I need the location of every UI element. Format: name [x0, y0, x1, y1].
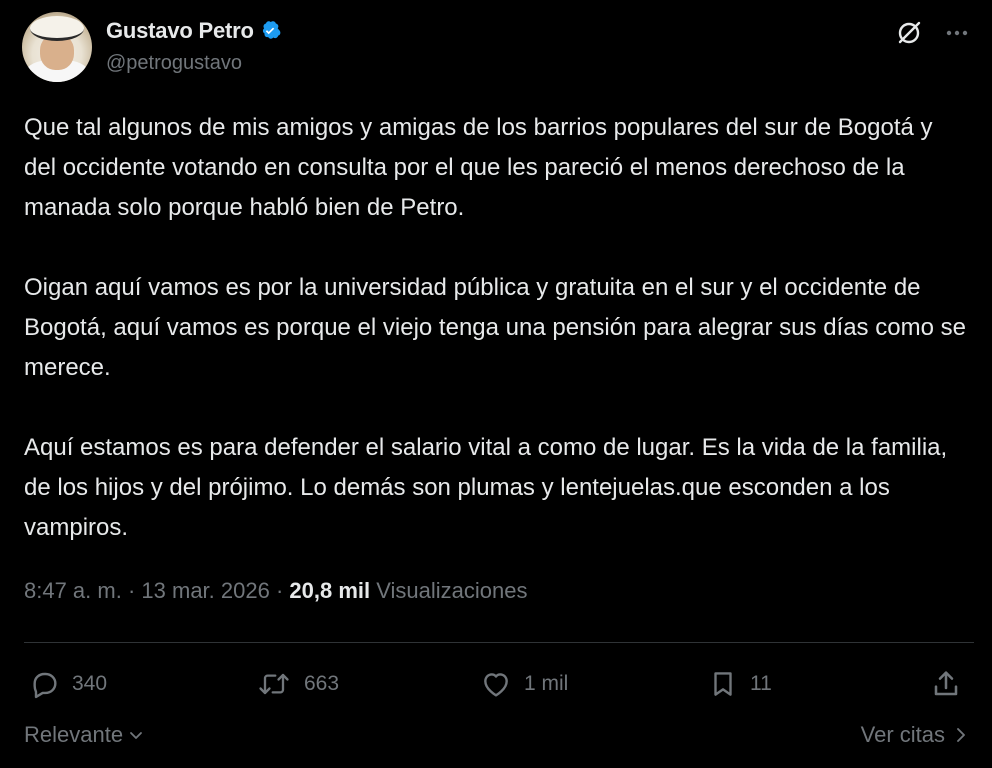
tweet-paragraph: Oigan aquí vamos es por la universidad p…	[24, 274, 973, 381]
view-quotes-label: Ver citas	[860, 722, 945, 747]
sort-label: Relevante	[24, 722, 124, 747]
share-button[interactable]	[930, 664, 962, 704]
author-name-row: Gustavo Petro	[106, 18, 281, 44]
sort-dropdown[interactable]: Relevante	[24, 722, 145, 748]
like-button[interactable]: 1 mil	[480, 664, 568, 704]
author-display-name[interactable]: Gustavo Petro	[106, 18, 254, 44]
tweet-header: Gustavo Petro @petrogustavo	[22, 12, 972, 84]
avatar[interactable]	[22, 12, 92, 82]
tweet-time[interactable]: 8:47 a. m.	[24, 578, 122, 603]
views-count: 20,8 mil	[289, 578, 371, 603]
author-handle[interactable]: @petrogustavo	[106, 52, 242, 75]
repost-count: 663	[304, 672, 340, 695]
share-icon	[934, 671, 958, 696]
repost-button[interactable]: 663	[256, 664, 339, 704]
views-label: Visualizaciones	[376, 578, 528, 603]
more-options-icon[interactable]	[942, 18, 972, 48]
grok-icon[interactable]	[894, 18, 924, 48]
bookmark-count: 11	[750, 672, 772, 695]
bookmark-icon	[714, 672, 732, 696]
tweet-paragraph: Que tal algunos de mis amigos y amigas d…	[24, 114, 940, 221]
meta-separator: ·	[269, 578, 290, 603]
bookmark-button[interactable]: 11	[708, 664, 772, 704]
header-actions	[894, 18, 972, 48]
verified-badge-icon	[259, 20, 281, 42]
heart-icon	[484, 673, 508, 697]
chevron-down-icon	[130, 732, 142, 739]
tweet-date[interactable]: 13 mar. 2026	[141, 578, 269, 603]
reply-count: 340	[72, 672, 108, 695]
like-count: 1 mil	[524, 672, 569, 695]
repost-icon	[259, 673, 289, 695]
reply-icon	[33, 672, 57, 699]
reply-button[interactable]: 340	[28, 664, 107, 704]
divider	[24, 642, 974, 643]
tweet-text: Que tal algunos de mis amigos y amigas d…	[24, 108, 969, 548]
replies-footer: Relevante Ver citas	[24, 718, 969, 754]
meta-separator: ·	[121, 578, 142, 603]
tweet-actions-bar: 340 663 1 mil 11	[24, 664, 969, 704]
tweet-meta: 8:47 a. m. · 13 mar. 2026 · 20,8 mil Vis…	[24, 578, 528, 604]
tweet-paragraph: Aquí estamos es para defender el salario…	[24, 434, 954, 541]
chevron-right-icon	[957, 728, 965, 742]
view-quotes-link[interactable]: Ver citas	[861, 722, 969, 748]
